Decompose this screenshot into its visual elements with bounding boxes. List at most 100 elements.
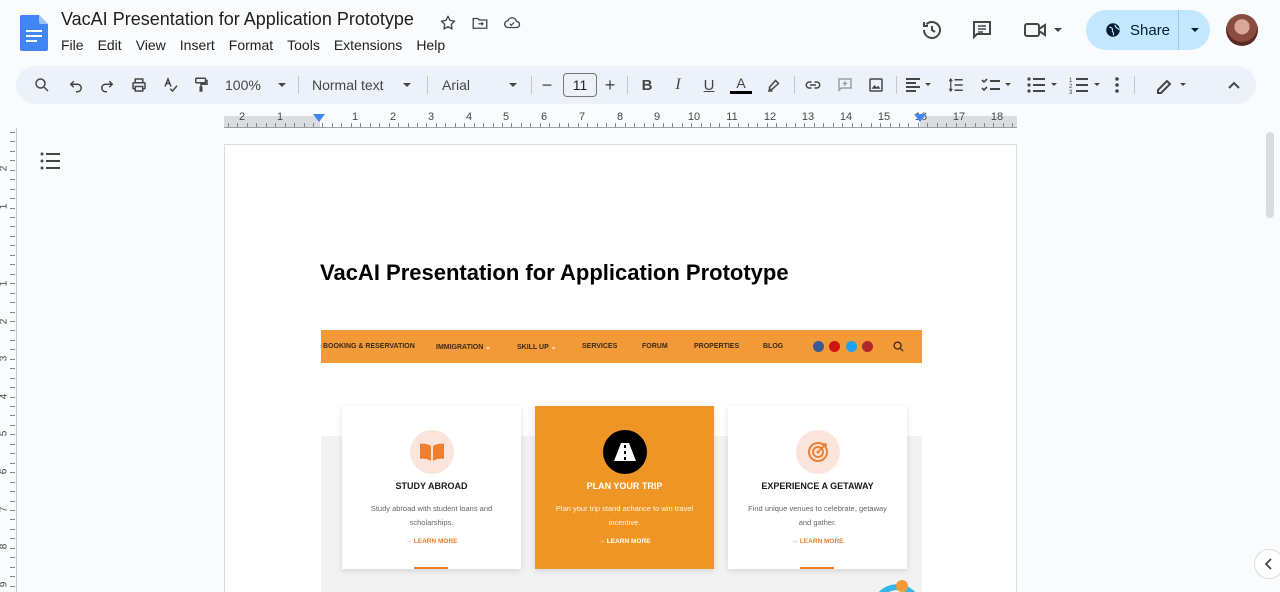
increase-font-size-icon[interactable]: +	[600, 66, 620, 104]
paragraph-style-select[interactable]: Normal text	[308, 66, 416, 104]
ruler-tick	[653, 123, 654, 127]
ruler-tick	[1003, 123, 1004, 127]
hide-menus-icon[interactable]	[1223, 66, 1245, 104]
menu-file[interactable]: File	[54, 35, 91, 55]
docs-logo-icon[interactable]	[20, 15, 48, 51]
cloud-saved-icon[interactable]	[501, 12, 523, 34]
ruler-tick	[474, 123, 475, 127]
ruler-tick	[511, 123, 512, 127]
menu-help[interactable]: Help	[409, 35, 452, 55]
menu-view[interactable]: View	[129, 35, 173, 55]
menu-edit[interactable]: Edit	[91, 35, 129, 55]
ruler-tick	[370, 123, 371, 127]
vertical-scrollbar[interactable]	[1266, 132, 1274, 218]
line-spacing-icon[interactable]	[944, 66, 968, 104]
side-panel-toggle[interactable]	[1254, 549, 1280, 579]
document-title[interactable]: VacAI Presentation for Application Proto…	[61, 9, 414, 30]
highlight-icon[interactable]	[762, 66, 786, 104]
prototype-nav-skillup: SKILL UP ⌄	[517, 344, 557, 351]
version-history-icon[interactable]	[914, 12, 950, 48]
text-color-icon[interactable]: A	[729, 66, 753, 104]
ruler-number: 1	[276, 111, 284, 123]
menu-insert[interactable]: Insert	[173, 35, 222, 55]
right-indent-marker[interactable]	[914, 114, 926, 122]
bold-icon[interactable]: B	[636, 66, 658, 104]
search-menus-icon[interactable]	[30, 66, 54, 104]
ruler-tick	[436, 123, 437, 127]
bulleted-list-icon[interactable]	[1024, 66, 1062, 104]
vertical-ruler-tick	[10, 349, 15, 350]
ruler-tick	[578, 123, 579, 127]
font-family-select[interactable]: Arial	[438, 66, 522, 104]
left-indent-marker[interactable]	[313, 114, 325, 122]
ruler-tick	[237, 123, 238, 127]
document-heading[interactable]: VacAI Presentation for Application Proto…	[320, 260, 789, 286]
avatar[interactable]	[1226, 14, 1258, 46]
ruler-tick	[615, 123, 616, 127]
paragraph-style-value: Normal text	[312, 77, 384, 93]
menu-extensions[interactable]: Extensions	[327, 35, 409, 55]
paint-format-icon[interactable]	[189, 66, 213, 104]
star-icon[interactable]	[437, 12, 459, 34]
ruler-tick	[341, 123, 342, 127]
move-folder-icon[interactable]	[469, 12, 491, 34]
checklist-icon[interactable]	[978, 66, 1016, 104]
ruler-tick	[587, 123, 588, 127]
ruler-number: 5	[502, 111, 510, 123]
numbered-list-icon[interactable]: 123	[1067, 66, 1105, 104]
share-dropdown-icon[interactable]	[1179, 10, 1210, 50]
card-description: Find unique venues to celebrate, getaway…	[748, 504, 887, 527]
ruler-tick	[908, 123, 909, 127]
chevron-left-icon	[1264, 558, 1272, 570]
menu-format[interactable]: Format	[222, 35, 280, 55]
vertical-ruler-tick	[10, 236, 15, 237]
ruler-tick	[275, 123, 276, 127]
undo-icon[interactable]	[64, 66, 88, 104]
ruler-tick	[247, 123, 248, 127]
ruler-tick	[672, 123, 673, 127]
ruler-tick	[1012, 123, 1013, 127]
ruler-tick	[408, 123, 409, 127]
vertical-ruler-tick	[10, 567, 15, 568]
vertical-ruler-tick	[10, 397, 15, 398]
zoom-select[interactable]: 100%	[221, 66, 291, 104]
ruler-number: 11	[726, 111, 738, 123]
spellcheck-icon[interactable]	[159, 66, 183, 104]
insert-image-icon[interactable]	[864, 66, 888, 104]
print-icon[interactable]	[127, 66, 151, 104]
redo-icon[interactable]	[95, 66, 119, 104]
target-icon	[796, 430, 840, 474]
font-size-input[interactable]: 11	[563, 73, 597, 97]
underline-icon[interactable]: U	[698, 66, 720, 104]
share-button[interactable]: Share	[1086, 10, 1210, 50]
road-icon	[603, 430, 647, 474]
meet-video-icon[interactable]	[1018, 12, 1068, 48]
ruler-number: 3	[427, 111, 435, 123]
ruler-number: 9	[653, 111, 661, 123]
vertical-ruler-tick	[10, 132, 15, 133]
insert-link-icon[interactable]	[801, 66, 825, 104]
ruler-tick	[937, 123, 938, 127]
embedded-prototype-image[interactable]: BOOKING & RESERVATION IMMIGRATION ⌄ SKIL…	[321, 330, 922, 592]
decrease-font-size-icon[interactable]: −	[537, 66, 557, 104]
ruler-tick	[975, 123, 976, 127]
vertical-ruler-tick	[10, 226, 15, 227]
add-comment-icon[interactable]	[833, 66, 857, 104]
ruler-tick	[389, 123, 390, 127]
editing-mode-icon[interactable]	[1152, 66, 1192, 104]
ruler-tick	[521, 123, 522, 127]
vertical-ruler-tick	[10, 293, 15, 294]
comments-icon[interactable]	[964, 12, 1000, 48]
ruler-number: 4	[465, 111, 473, 123]
vertical-ruler-tick	[10, 274, 15, 275]
vertical-ruler-tick	[10, 198, 15, 199]
align-icon[interactable]	[902, 66, 936, 104]
more-options-icon[interactable]	[1108, 66, 1126, 104]
ruler-tick	[946, 123, 947, 127]
document-outline-icon[interactable]	[40, 151, 62, 171]
menu-tools[interactable]: Tools	[280, 35, 327, 55]
ruler-tick	[266, 123, 267, 127]
vertical-ruler-number: 9	[0, 582, 9, 588]
card-learn-more: → LEARN MORE	[405, 538, 458, 545]
italic-icon[interactable]: I	[667, 66, 689, 104]
